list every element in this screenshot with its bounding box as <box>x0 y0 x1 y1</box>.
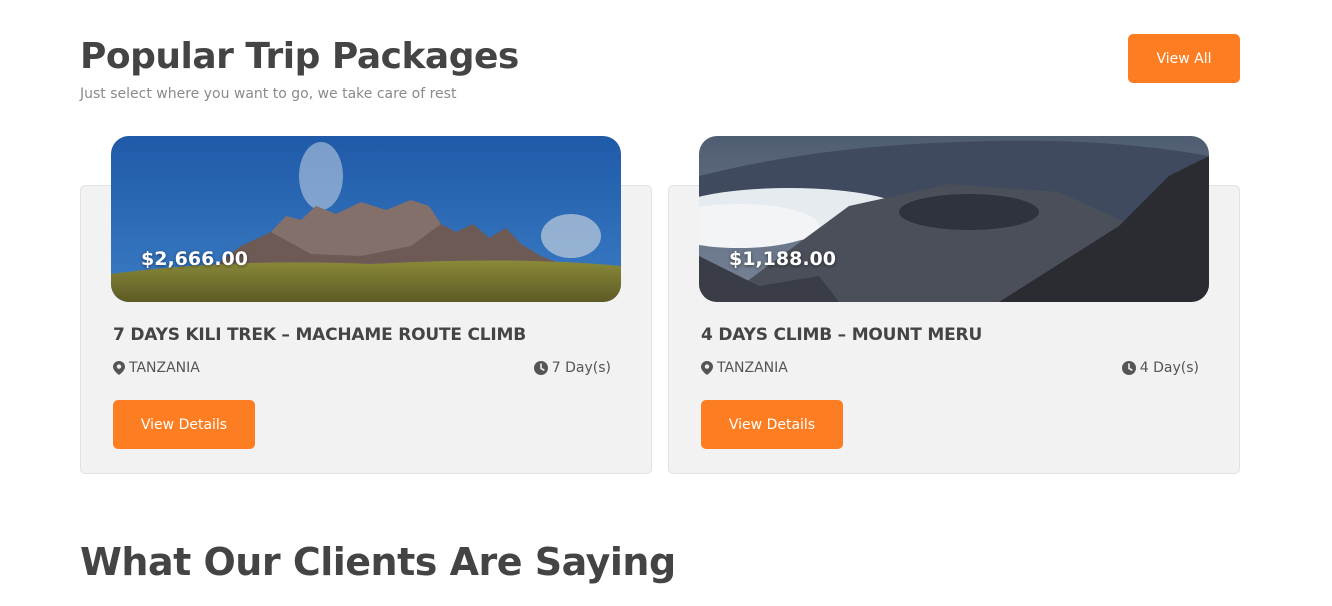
volcanic-crater-image <box>699 136 1209 302</box>
package-price: $2,666.00 <box>141 248 248 270</box>
package-location: TANZANIA <box>113 360 200 376</box>
view-all-button[interactable]: View All <box>1128 34 1240 83</box>
view-details-button[interactable]: View Details <box>701 400 843 449</box>
package-title[interactable]: 4 DAYS CLIMB – MOUNT MERU <box>701 325 982 345</box>
package-duration: 4 Day(s) <box>1121 360 1199 376</box>
package-location: TANZANIA <box>701 360 788 376</box>
testimonials-title: What Our Clients Are Saying <box>80 540 676 584</box>
view-details-button[interactable]: View Details <box>113 400 255 449</box>
package-image[interactable]: $1,188.00 <box>699 136 1209 302</box>
package-image[interactable]: $2,666.00 <box>111 136 621 302</box>
package-title[interactable]: 7 DAYS KILI TREK – MACHAME ROUTE CLIMB <box>113 325 526 345</box>
package-card: $2,666.00 7 DAYS KILI TREK – MACHAME ROU… <box>80 136 652 474</box>
clock-icon <box>533 361 548 375</box>
clock-icon <box>1121 361 1136 375</box>
location-text: TANZANIA <box>717 360 788 376</box>
mountain-peaks-image <box>111 136 621 302</box>
location-text: TANZANIA <box>129 360 200 376</box>
duration-text: 7 Day(s) <box>551 360 611 376</box>
package-price: $1,188.00 <box>729 248 836 270</box>
map-pin-icon <box>701 361 713 375</box>
section-title: Popular Trip Packages <box>80 36 519 77</box>
section-subtitle: Just select where you want to go, we tak… <box>80 86 457 102</box>
package-card: $1,188.00 4 DAYS CLIMB – MOUNT MERU TANZ… <box>668 136 1240 474</box>
package-duration: 7 Day(s) <box>533 360 611 376</box>
map-pin-icon <box>113 361 125 375</box>
duration-text: 4 Day(s) <box>1139 360 1199 376</box>
